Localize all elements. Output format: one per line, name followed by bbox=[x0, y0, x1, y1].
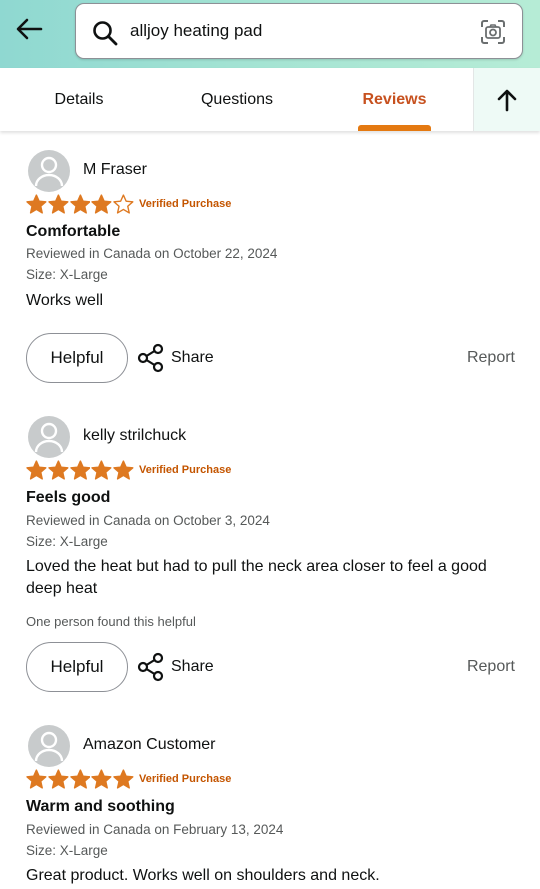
share-label: Share bbox=[171, 658, 214, 675]
review-title: Feels good bbox=[26, 489, 111, 506]
star-filled-icon bbox=[48, 460, 69, 480]
review-size: Size: X-Large bbox=[26, 534, 108, 549]
star-filled-icon bbox=[26, 460, 47, 480]
search-bar[interactable]: alljoy heating pad bbox=[75, 3, 523, 59]
search-icon bbox=[93, 21, 118, 46]
star-filled-icon bbox=[26, 769, 47, 789]
helpful-button[interactable]: Helpful bbox=[26, 333, 128, 383]
star-rating bbox=[26, 769, 134, 791]
star-filled-icon bbox=[113, 769, 134, 789]
tab-questions[interactable]: Questions bbox=[158, 68, 316, 131]
avatar bbox=[28, 725, 70, 767]
star-filled-icon bbox=[113, 460, 134, 480]
share-icon bbox=[137, 652, 164, 682]
verified-purchase-badge: Verified Purchase bbox=[139, 773, 232, 785]
reviewer-name[interactable]: M Fraser bbox=[83, 161, 147, 179]
star-filled-icon bbox=[91, 460, 112, 480]
section-tabs: Details Questions Reviews bbox=[0, 68, 540, 131]
review-size: Size: X-Large bbox=[26, 843, 108, 858]
reviewer-name[interactable]: kelly strilchuck bbox=[83, 427, 186, 445]
review-title: Comfortable bbox=[26, 223, 121, 240]
star-filled-icon bbox=[69, 460, 91, 480]
search-input[interactable]: alljoy heating pad bbox=[130, 21, 262, 41]
review-date: Reviewed in Canada on October 22, 2024 bbox=[26, 246, 278, 261]
star-filled-icon bbox=[91, 769, 112, 789]
review-body: Great product. Works well on shoulders a… bbox=[26, 867, 380, 884]
star-filled-icon bbox=[48, 769, 69, 789]
share-button[interactable]: Share bbox=[137, 333, 214, 383]
star-filled-icon bbox=[91, 194, 112, 214]
verified-purchase-badge: Verified Purchase bbox=[139, 198, 232, 210]
star-filled-icon bbox=[48, 194, 69, 214]
report-link[interactable]: Report bbox=[467, 349, 515, 367]
star-filled-icon bbox=[69, 194, 91, 214]
user-icon bbox=[34, 156, 64, 187]
share-button[interactable]: Share bbox=[137, 642, 214, 692]
user-icon bbox=[34, 731, 64, 762]
review-date: Reviewed in Canada on October 3, 2024 bbox=[26, 513, 270, 528]
share-icon bbox=[137, 343, 164, 373]
star-empty-icon bbox=[113, 194, 134, 214]
review-body: Works well bbox=[26, 292, 104, 309]
user-icon bbox=[34, 422, 64, 453]
review-title: Warm and soothing bbox=[26, 798, 175, 815]
report-link[interactable]: Report bbox=[467, 658, 515, 676]
avatar bbox=[28, 416, 70, 458]
star-filled-icon bbox=[69, 769, 91, 789]
star-rating bbox=[26, 194, 134, 216]
scroll-to-top-button[interactable] bbox=[473, 68, 540, 131]
star-filled-icon bbox=[26, 194, 47, 214]
reviewer-name[interactable]: Amazon Customer bbox=[83, 736, 216, 754]
active-tab-indicator bbox=[358, 125, 431, 131]
app-header: alljoy heating pad bbox=[0, 0, 540, 68]
review-body: Loved the heat but had to pull the neck … bbox=[26, 558, 487, 597]
arrow-up-icon bbox=[497, 89, 517, 111]
share-label: Share bbox=[171, 349, 214, 366]
review-size: Size: X-Large bbox=[26, 267, 108, 282]
verified-purchase-badge: Verified Purchase bbox=[139, 464, 232, 476]
tab-details[interactable]: Details bbox=[0, 68, 158, 131]
camera-scan-icon[interactable] bbox=[480, 19, 506, 45]
star-rating bbox=[26, 460, 134, 482]
avatar bbox=[28, 150, 70, 192]
helpful-button[interactable]: Helpful bbox=[26, 642, 128, 692]
helpful-count: One person found this helpful bbox=[26, 614, 196, 629]
arrow-left-icon bbox=[16, 18, 43, 40]
back-button[interactable] bbox=[12, 12, 46, 46]
tab-reviews[interactable]: Reviews bbox=[316, 68, 473, 131]
review-date: Reviewed in Canada on February 13, 2024 bbox=[26, 822, 284, 837]
